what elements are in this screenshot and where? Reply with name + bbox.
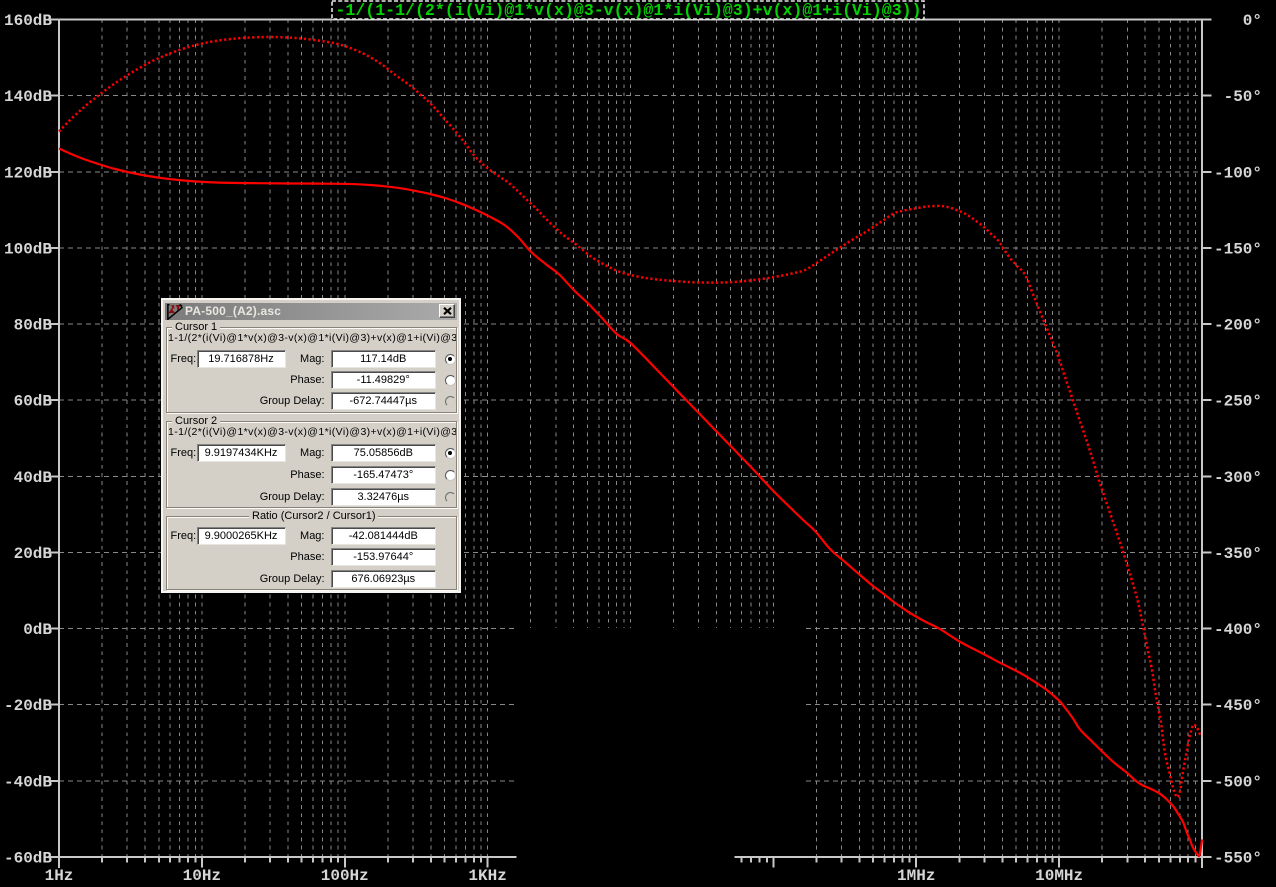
svg-text:-350°: -350° bbox=[1214, 545, 1262, 563]
svg-text:80dB: 80dB bbox=[14, 317, 53, 335]
svg-text:-1/(1-1/(2*(i(Vi)@1*v(x)@3-v(x: -1/(1-1/(2*(i(Vi)@1*v(x)@3-v(x)@1*i(Vi)@… bbox=[336, 1, 922, 20]
svg-text:10Hz: 10Hz bbox=[183, 867, 221, 885]
svg-text:0°: 0° bbox=[1243, 12, 1262, 30]
svg-text:100Hz: 100Hz bbox=[321, 867, 369, 885]
svg-text:-500°: -500° bbox=[1214, 773, 1262, 791]
svg-text:-400°: -400° bbox=[1214, 621, 1262, 639]
svg-text:-200°: -200° bbox=[1214, 317, 1262, 335]
svg-text:-20dB: -20dB bbox=[4, 697, 52, 715]
svg-text:-250°: -250° bbox=[1214, 393, 1262, 411]
svg-text:-40dB: -40dB bbox=[4, 773, 52, 791]
svg-text:100dB: 100dB bbox=[4, 240, 52, 258]
svg-text:1MHz: 1MHz bbox=[897, 867, 935, 885]
svg-text:-50°: -50° bbox=[1224, 88, 1262, 106]
svg-text:-100°: -100° bbox=[1214, 164, 1262, 182]
svg-text:-550°: -550° bbox=[1214, 850, 1262, 868]
svg-text:1Hz: 1Hz bbox=[45, 867, 74, 885]
svg-text:-60dB: -60dB bbox=[4, 850, 52, 868]
svg-text:-150°: -150° bbox=[1214, 240, 1262, 258]
svg-text:120dB: 120dB bbox=[4, 164, 52, 182]
svg-text:10MHz: 10MHz bbox=[1035, 867, 1083, 885]
svg-text:160dB: 160dB bbox=[4, 12, 52, 30]
svg-text:-300°: -300° bbox=[1214, 469, 1262, 487]
svg-text:20dB: 20dB bbox=[14, 545, 53, 563]
svg-text:1KHz: 1KHz bbox=[468, 867, 506, 885]
svg-text:60dB: 60dB bbox=[14, 393, 53, 411]
svg-text:40dB: 40dB bbox=[14, 469, 53, 487]
svg-text:-450°: -450° bbox=[1214, 697, 1262, 715]
svg-text:140dB: 140dB bbox=[4, 88, 52, 106]
svg-text:0dB: 0dB bbox=[23, 621, 52, 639]
